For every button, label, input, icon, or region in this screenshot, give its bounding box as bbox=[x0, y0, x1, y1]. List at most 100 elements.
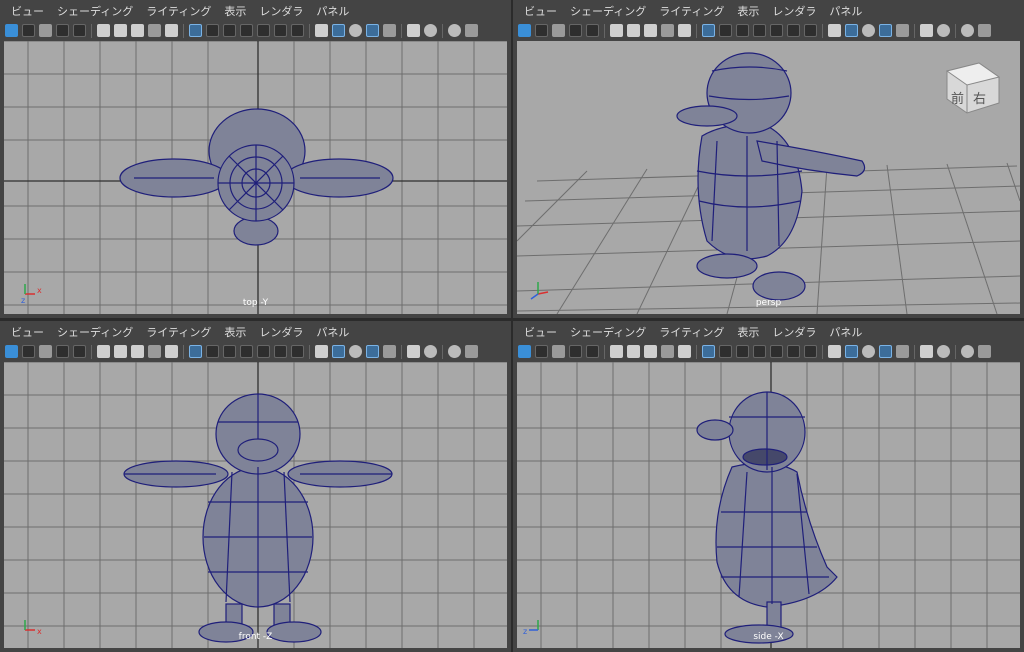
grease-pencil-icon[interactable] bbox=[661, 345, 674, 358]
select-camera-icon[interactable] bbox=[518, 24, 531, 37]
lock-camera-icon[interactable] bbox=[114, 345, 127, 358]
xray-icon[interactable] bbox=[896, 345, 909, 358]
field-chart-icon[interactable] bbox=[770, 24, 783, 37]
shadows-icon[interactable] bbox=[937, 24, 950, 37]
menu-panels[interactable]: パネル bbox=[829, 3, 862, 19]
penguin-side-mesh[interactable] bbox=[696, 391, 838, 644]
penguin-front-mesh[interactable] bbox=[123, 393, 393, 643]
menu-panels[interactable]: パネル bbox=[829, 324, 862, 340]
menu-show[interactable]: 表示 bbox=[224, 3, 246, 19]
safe-action-icon[interactable] bbox=[787, 345, 800, 358]
ambient-occlusion-icon[interactable] bbox=[961, 345, 974, 358]
film-gate-icon[interactable] bbox=[719, 345, 732, 358]
field-chart-icon[interactable] bbox=[257, 24, 270, 37]
lights-icon[interactable] bbox=[920, 24, 933, 37]
menu-renderer[interactable]: レンダラ bbox=[772, 3, 816, 19]
menu-renderer[interactable]: レンダラ bbox=[259, 3, 303, 19]
shadows-icon[interactable] bbox=[424, 24, 437, 37]
safe-action-icon[interactable] bbox=[274, 24, 287, 37]
menu-view[interactable]: ビュー bbox=[524, 324, 557, 340]
ambient-occlusion-icon[interactable] bbox=[448, 345, 461, 358]
grid-icon[interactable] bbox=[189, 345, 202, 358]
grid-icon[interactable] bbox=[702, 24, 715, 37]
safe-title-icon[interactable] bbox=[291, 24, 304, 37]
camera-attributes-icon[interactable] bbox=[535, 24, 548, 37]
menu-lighting[interactable]: ライティング bbox=[659, 3, 724, 19]
viewport-top[interactable]: x z top -Y bbox=[4, 41, 507, 314]
safe-title-icon[interactable] bbox=[804, 24, 817, 37]
select-camera-icon[interactable] bbox=[5, 24, 18, 37]
camera-attributes-icon[interactable] bbox=[22, 24, 35, 37]
safe-action-icon[interactable] bbox=[274, 345, 287, 358]
shadows-icon[interactable] bbox=[937, 345, 950, 358]
pencil-icon[interactable] bbox=[678, 24, 691, 37]
pencil-icon[interactable] bbox=[165, 24, 178, 37]
wireframe-icon[interactable] bbox=[315, 345, 328, 358]
image-plane-icon[interactable] bbox=[56, 345, 69, 358]
grease-pencil-icon[interactable] bbox=[148, 345, 161, 358]
xray-icon[interactable] bbox=[383, 24, 396, 37]
default-material-icon[interactable] bbox=[349, 345, 362, 358]
shadows-icon[interactable] bbox=[424, 345, 437, 358]
smooth-shade-icon[interactable] bbox=[332, 345, 345, 358]
smooth-shade-icon[interactable] bbox=[845, 345, 858, 358]
bookmark-icon[interactable] bbox=[39, 24, 52, 37]
2d-pan-zoom-icon[interactable] bbox=[586, 345, 599, 358]
smooth-shade-icon[interactable] bbox=[332, 24, 345, 37]
wireframe-on-shaded-icon[interactable] bbox=[879, 24, 892, 37]
film-gate-icon[interactable] bbox=[206, 345, 219, 358]
gate-mask-icon[interactable] bbox=[240, 24, 253, 37]
view-cube[interactable]: 前 右 bbox=[945, 62, 1001, 114]
grid-icon[interactable] bbox=[702, 345, 715, 358]
menu-panels[interactable]: パネル bbox=[316, 324, 349, 340]
field-chart-icon[interactable] bbox=[770, 345, 783, 358]
lock-camera-icon[interactable] bbox=[627, 345, 640, 358]
gate-mask-icon[interactable] bbox=[753, 24, 766, 37]
resolution-gate-icon[interactable] bbox=[736, 345, 749, 358]
menu-show[interactable]: 表示 bbox=[224, 324, 246, 340]
viewport-side[interactable]: z side -X bbox=[517, 362, 1020, 648]
grease-pencil-icon[interactable] bbox=[148, 24, 161, 37]
image-plane-icon[interactable] bbox=[569, 345, 582, 358]
select-camera-icon[interactable] bbox=[5, 345, 18, 358]
default-material-icon[interactable] bbox=[862, 345, 875, 358]
motion-blur-icon[interactable] bbox=[978, 345, 991, 358]
menu-renderer[interactable]: レンダラ bbox=[259, 324, 303, 340]
resolution-gate-icon[interactable] bbox=[736, 24, 749, 37]
snapshot-icon[interactable] bbox=[131, 345, 144, 358]
snapshot-icon[interactable] bbox=[644, 345, 657, 358]
image-plane-icon[interactable] bbox=[56, 24, 69, 37]
menu-show[interactable]: 表示 bbox=[737, 3, 759, 19]
resolution-gate-icon[interactable] bbox=[223, 345, 236, 358]
default-material-icon[interactable] bbox=[862, 24, 875, 37]
snapshot-icon[interactable] bbox=[644, 24, 657, 37]
menu-lighting[interactable]: ライティング bbox=[146, 3, 211, 19]
motion-blur-icon[interactable] bbox=[465, 24, 478, 37]
menu-view[interactable]: ビュー bbox=[524, 3, 557, 19]
menu-lighting[interactable]: ライティング bbox=[659, 324, 724, 340]
lights-icon[interactable] bbox=[407, 345, 420, 358]
lights-icon[interactable] bbox=[407, 24, 420, 37]
camera-icon[interactable] bbox=[97, 24, 110, 37]
penguin-top-mesh[interactable] bbox=[119, 108, 394, 246]
menu-show[interactable]: 表示 bbox=[737, 324, 759, 340]
motion-blur-icon[interactable] bbox=[978, 24, 991, 37]
camera-icon[interactable] bbox=[610, 345, 623, 358]
grease-pencil-icon[interactable] bbox=[661, 24, 674, 37]
camera-attributes-icon[interactable] bbox=[535, 345, 548, 358]
camera-icon[interactable] bbox=[97, 345, 110, 358]
xray-icon[interactable] bbox=[383, 345, 396, 358]
wireframe-on-shaded-icon[interactable] bbox=[879, 345, 892, 358]
film-gate-icon[interactable] bbox=[719, 24, 732, 37]
lock-camera-icon[interactable] bbox=[627, 24, 640, 37]
camera-icon[interactable] bbox=[610, 24, 623, 37]
penguin-persp-mesh[interactable] bbox=[676, 52, 866, 301]
grid-icon[interactable] bbox=[189, 24, 202, 37]
film-gate-icon[interactable] bbox=[206, 24, 219, 37]
ambient-occlusion-icon[interactable] bbox=[961, 24, 974, 37]
gate-mask-icon[interactable] bbox=[240, 345, 253, 358]
viewport-front[interactable]: x front -Z bbox=[4, 362, 507, 648]
pencil-icon[interactable] bbox=[165, 345, 178, 358]
wireframe-icon[interactable] bbox=[828, 345, 841, 358]
resolution-gate-icon[interactable] bbox=[223, 24, 236, 37]
